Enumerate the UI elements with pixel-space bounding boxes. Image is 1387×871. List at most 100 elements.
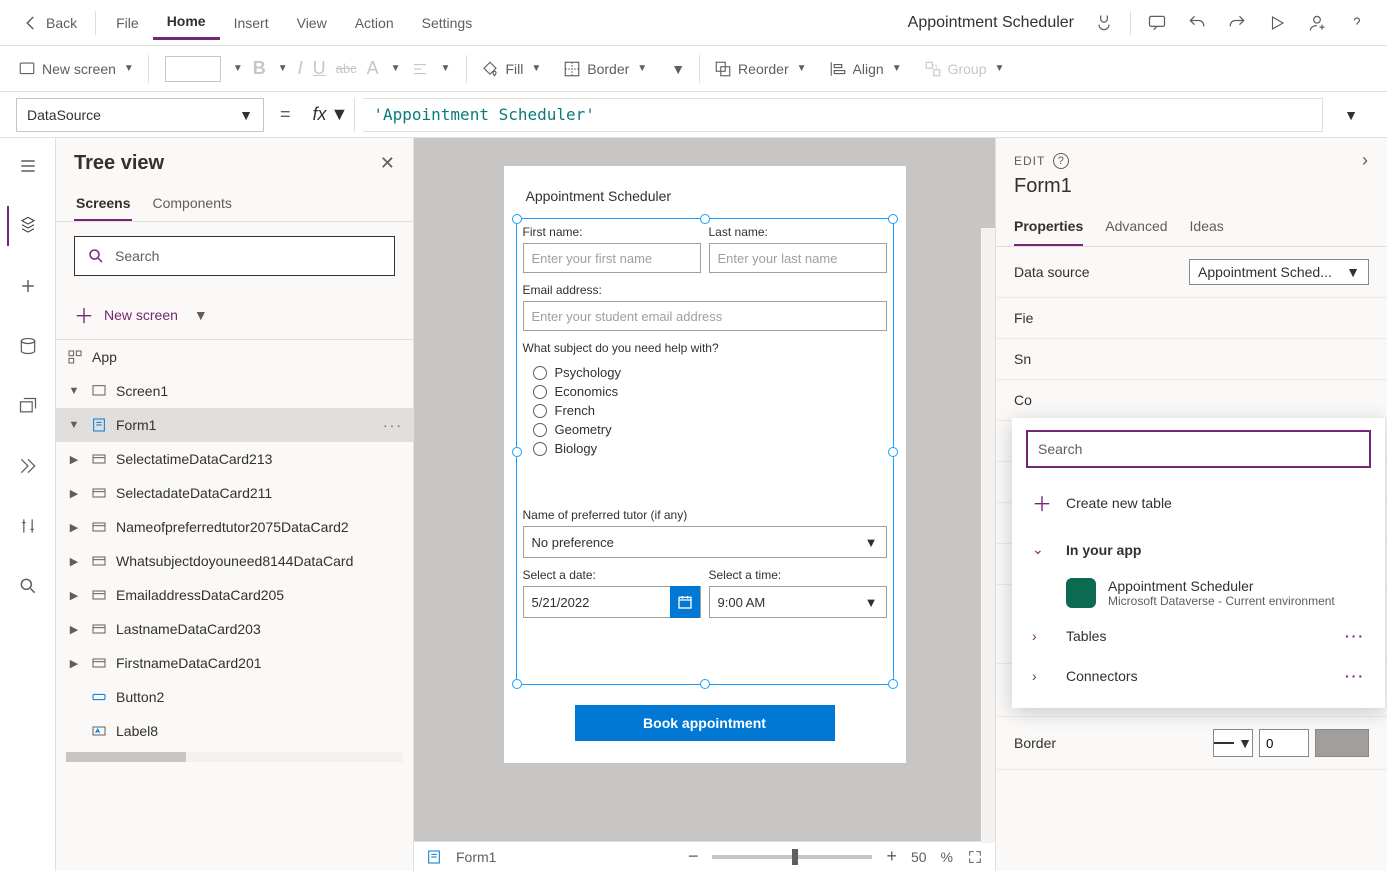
strike-button[interactable]: abc bbox=[336, 61, 357, 76]
menu-settings[interactable]: Settings bbox=[408, 7, 487, 39]
back-button[interactable]: Back bbox=[10, 14, 89, 32]
chevron-down-icon[interactable]: ▼ bbox=[66, 419, 82, 431]
help-icon[interactable] bbox=[1337, 3, 1377, 43]
tree-node-card[interactable]: ▶EmailaddressDataCard205 bbox=[56, 578, 413, 612]
radio-option[interactable]: Geometry bbox=[533, 420, 887, 439]
undo-icon[interactable] bbox=[1177, 3, 1217, 43]
tree-node-card[interactable]: ▶FirstnameDataCard201 bbox=[56, 646, 413, 680]
tables-section[interactable]: › Tables ··· bbox=[1026, 616, 1371, 656]
tree-node-button[interactable]: ▶Button2 bbox=[56, 680, 413, 714]
menu-action[interactable]: Action bbox=[341, 7, 408, 39]
align-button[interactable]: Align▼ bbox=[821, 56, 910, 82]
preview-icon[interactable] bbox=[1257, 3, 1297, 43]
data-source-dropdown[interactable]: Appointment Sched... ▼ bbox=[1189, 259, 1369, 285]
radio-option[interactable]: Biology bbox=[533, 439, 887, 458]
new-screen-button[interactable]: New screen ▼ bbox=[10, 56, 142, 82]
radio-option[interactable]: Psychology bbox=[533, 363, 887, 382]
tree-node-card[interactable]: ▶Nameofpreferredtutor2075DataCard2 bbox=[56, 510, 413, 544]
font-color-button[interactable]: A bbox=[367, 58, 379, 79]
tools-icon[interactable] bbox=[8, 506, 48, 546]
tab-ideas[interactable]: Ideas bbox=[1190, 208, 1224, 246]
align-icon[interactable] bbox=[411, 60, 429, 78]
property-selector[interactable]: DataSource ▼ bbox=[16, 98, 264, 132]
tab-screens[interactable]: Screens bbox=[74, 187, 132, 221]
tutor-dropdown[interactable]: No preference▼ bbox=[523, 526, 887, 558]
menu-file[interactable]: File bbox=[102, 7, 153, 39]
resize-handle[interactable] bbox=[888, 679, 898, 689]
tree-node-card[interactable]: ▶SelectatimeDataCard213 bbox=[56, 442, 413, 476]
connectors-section[interactable]: › Connectors ··· bbox=[1026, 656, 1371, 696]
book-button[interactable]: Book appointment bbox=[575, 705, 835, 741]
close-icon[interactable]: ✕ bbox=[380, 153, 395, 174]
border-width-input[interactable] bbox=[1259, 729, 1309, 757]
chevron-right-icon[interactable]: › bbox=[1362, 150, 1369, 171]
font-selector[interactable] bbox=[165, 56, 221, 82]
tree-scrollbar[interactable] bbox=[66, 752, 403, 762]
date-picker[interactable]: 5/21/2022 bbox=[523, 586, 701, 618]
insert-icon[interactable] bbox=[8, 266, 48, 306]
tab-advanced[interactable]: Advanced bbox=[1105, 208, 1167, 246]
expand-formula-button[interactable]: ▼ bbox=[1331, 107, 1371, 123]
create-new-table[interactable]: ＋ Create new table bbox=[1026, 476, 1371, 529]
first-name-input[interactable]: Enter your first name bbox=[523, 243, 701, 273]
hamburger-icon[interactable] bbox=[8, 146, 48, 186]
zoom-out-button[interactable]: − bbox=[688, 846, 699, 867]
calendar-icon[interactable] bbox=[670, 586, 700, 618]
info-icon[interactable]: ? bbox=[1053, 153, 1069, 169]
resize-handle[interactable] bbox=[700, 679, 710, 689]
redo-icon[interactable] bbox=[1217, 3, 1257, 43]
media-icon[interactable] bbox=[8, 386, 48, 426]
new-screen-link[interactable]: ＋ New screen ▼ bbox=[56, 290, 413, 339]
tree-node-form[interactable]: ▼ Form1 ··· bbox=[56, 408, 413, 442]
tree-node-app[interactable]: App bbox=[56, 340, 413, 374]
in-your-app-section[interactable]: ⌄ In your app bbox=[1026, 529, 1371, 570]
more-icon[interactable]: ··· bbox=[1345, 668, 1365, 684]
tree-search-input[interactable]: Search bbox=[74, 236, 395, 276]
data-source-item[interactable]: Appointment Scheduler Microsoft Datavers… bbox=[1026, 570, 1371, 616]
comments-icon[interactable] bbox=[1137, 3, 1177, 43]
italic-button[interactable]: I bbox=[298, 58, 303, 79]
data-icon[interactable] bbox=[8, 326, 48, 366]
fit-to-window-icon[interactable] bbox=[967, 849, 983, 865]
menu-home[interactable]: Home bbox=[153, 5, 220, 40]
tree-view-icon[interactable] bbox=[7, 206, 47, 246]
zoom-in-button[interactable]: + bbox=[886, 846, 897, 867]
chevron-down-icon[interactable]: ▼ bbox=[66, 385, 82, 397]
time-dropdown[interactable]: 9:00 AM▼ bbox=[709, 586, 887, 618]
power-automate-icon[interactable] bbox=[8, 446, 48, 486]
resize-handle[interactable] bbox=[512, 679, 522, 689]
border-color-picker[interactable] bbox=[1315, 729, 1369, 757]
share-icon[interactable] bbox=[1297, 3, 1337, 43]
tree-node-screen[interactable]: ▼ Screen1 bbox=[56, 374, 413, 408]
fill-button[interactable]: Fill▼ bbox=[473, 56, 549, 82]
border-style-dropdown[interactable]: ▼ bbox=[1213, 729, 1253, 757]
radio-option[interactable]: French bbox=[533, 401, 887, 420]
canvas-scrollbar[interactable] bbox=[981, 138, 995, 843]
menu-insert[interactable]: Insert bbox=[220, 7, 283, 39]
more-icon[interactable]: ··· bbox=[1345, 628, 1365, 644]
zoom-slider[interactable] bbox=[712, 855, 872, 859]
tree-node-card[interactable]: ▶Whatsubjectdoyouneed8144DataCard bbox=[56, 544, 413, 578]
resize-handle[interactable] bbox=[512, 214, 522, 224]
tab-properties[interactable]: Properties bbox=[1014, 208, 1083, 246]
canvas-background[interactable]: Appointment Scheduler First name: Enter … bbox=[414, 138, 995, 841]
resize-handle[interactable] bbox=[888, 214, 898, 224]
tree-node-card[interactable]: ▶LastnameDataCard203 bbox=[56, 612, 413, 646]
tree-node-label[interactable]: ▶Label8 bbox=[56, 714, 413, 748]
tab-components[interactable]: Components bbox=[150, 187, 233, 221]
underline-button[interactable]: U bbox=[313, 58, 326, 79]
popup-search-input[interactable]: Search bbox=[1026, 430, 1371, 468]
app-screen[interactable]: Appointment Scheduler First name: Enter … bbox=[504, 166, 906, 763]
tree-node-card[interactable]: ▶SelectadateDataCard211 bbox=[56, 476, 413, 510]
app-checker-icon[interactable] bbox=[1084, 3, 1124, 43]
search-rail-icon[interactable] bbox=[8, 566, 48, 606]
formula-input[interactable]: 'Appointment Scheduler' bbox=[363, 98, 1323, 132]
last-name-input[interactable]: Enter your last name bbox=[709, 243, 887, 273]
email-input[interactable]: Enter your student email address bbox=[523, 301, 887, 331]
radio-option[interactable]: Economics bbox=[533, 382, 887, 401]
bold-button[interactable]: B bbox=[253, 58, 266, 79]
resize-handle[interactable] bbox=[512, 447, 522, 457]
fx-label[interactable]: fx▼ bbox=[307, 98, 356, 132]
border-button[interactable]: Border▼ bbox=[555, 56, 655, 82]
more-icon[interactable]: ··· bbox=[383, 417, 403, 433]
